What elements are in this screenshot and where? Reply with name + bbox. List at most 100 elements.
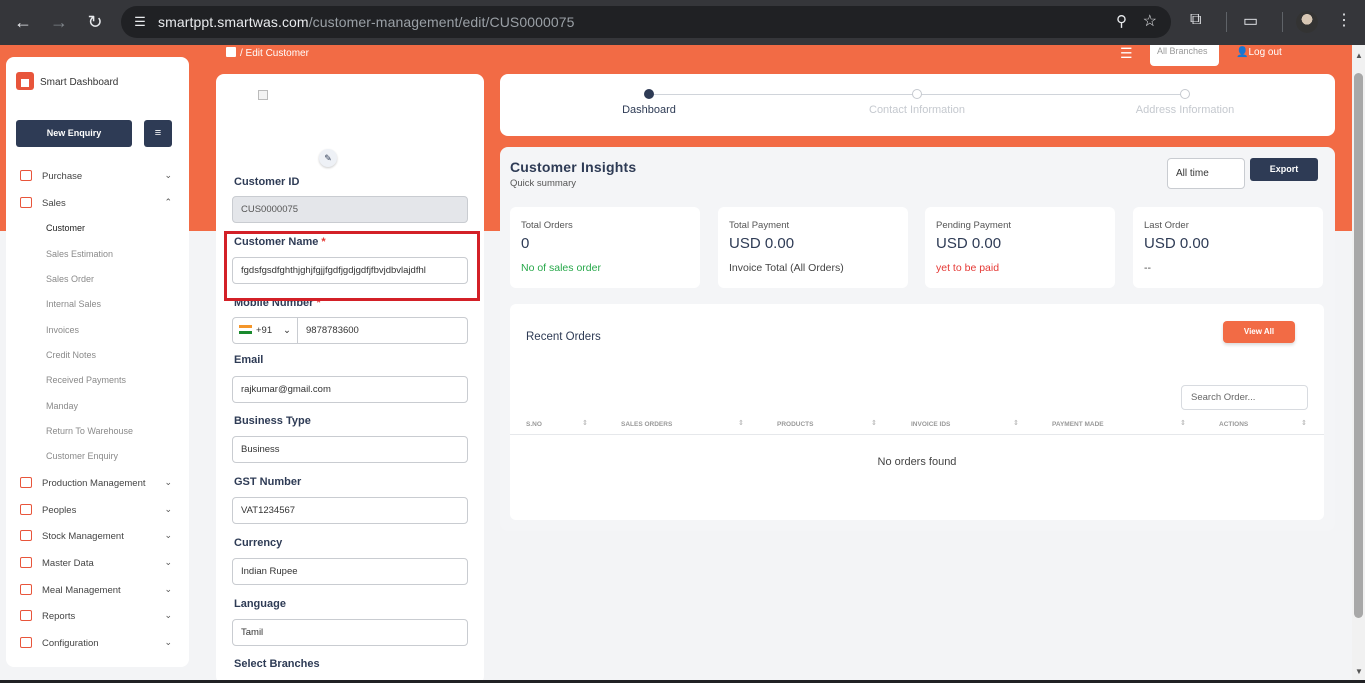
gst-number-label: GST Number bbox=[234, 476, 302, 488]
sidebar-sub-customer-enquiry[interactable]: Customer Enquiry bbox=[46, 451, 118, 461]
step-contact-information[interactable]: Contact Information bbox=[837, 104, 997, 116]
insights-title: Customer Insights bbox=[510, 159, 637, 175]
peoples-icon bbox=[20, 504, 32, 515]
address-bar[interactable]: ☰ smartppt.smartwas.com/customer-managem… bbox=[121, 6, 1171, 38]
scroll-up-icon[interactable]: ▲ bbox=[1355, 51, 1363, 60]
sidebar: Smart Dashboard New Enquiry ≡ Purchase ⌄ … bbox=[6, 57, 189, 667]
toolbar-divider bbox=[1226, 12, 1227, 32]
sidebar-sub-sales-order[interactable]: Sales Order bbox=[46, 274, 94, 284]
recent-orders-panel: Recent Orders View All Search Order... S… bbox=[510, 304, 1324, 520]
reports-icon bbox=[20, 610, 32, 621]
scroll-down-icon[interactable]: ▼ bbox=[1355, 667, 1363, 676]
sidebar-sub-return-to-warehouse[interactable]: Return To Warehouse bbox=[46, 426, 133, 436]
meal-icon bbox=[20, 584, 32, 595]
bookmark-star-icon[interactable]: ☆ bbox=[1143, 11, 1157, 31]
sidebar-item-meal-management[interactable]: Meal Management ⌄ bbox=[20, 584, 180, 600]
sidebar-item-stock-management[interactable]: Stock Management ⌄ bbox=[20, 530, 180, 546]
sidebar-sub-manday[interactable]: Manday bbox=[46, 401, 78, 411]
table-header-divider bbox=[510, 434, 1324, 435]
sort-icon[interactable]: ⇕ bbox=[1013, 419, 1019, 427]
sidebar-item-sales[interactable]: Sales ⌃ bbox=[20, 197, 180, 213]
step-dot-address[interactable] bbox=[1180, 89, 1190, 99]
menu-toggle-icon[interactable]: ≡ bbox=[144, 120, 172, 147]
site-info-icon[interactable]: ☰ bbox=[131, 13, 149, 31]
sort-icon[interactable]: ⇕ bbox=[738, 419, 744, 427]
edit-pencil-icon[interactable]: ✎ bbox=[319, 149, 337, 167]
chevron-down-icon: ⌄ bbox=[164, 584, 172, 594]
branch-select[interactable]: All Branches bbox=[1150, 45, 1219, 66]
column-sales-orders[interactable]: SALES ORDERS bbox=[621, 421, 672, 428]
sort-icon[interactable]: ⇕ bbox=[1180, 419, 1186, 427]
chevron-down-icon: ⌄ bbox=[164, 530, 172, 540]
purchase-icon bbox=[20, 170, 32, 181]
sidebar-item-master-data[interactable]: Master Data ⌄ bbox=[20, 557, 180, 573]
page-content: / Edit Customer ☰ All Branches 👤Log out … bbox=[0, 45, 1352, 680]
view-all-button[interactable]: View All bbox=[1223, 321, 1295, 343]
sidebar-item-production-management[interactable]: Production Management ⌄ bbox=[20, 477, 180, 493]
page-scrollbar[interactable]: ▲ ▼ bbox=[1352, 45, 1365, 680]
master-data-icon bbox=[20, 557, 32, 568]
export-button[interactable]: Export bbox=[1250, 158, 1318, 181]
sidebar-item-peoples[interactable]: Peoples ⌄ bbox=[20, 504, 180, 520]
country-code-select[interactable]: +91 ⌄ bbox=[232, 317, 298, 344]
chevron-down-icon: ⌄ bbox=[164, 637, 172, 647]
forward-icon[interactable]: → bbox=[48, 11, 70, 33]
brand[interactable]: Smart Dashboard bbox=[16, 72, 118, 90]
stat-total-payment: Total Payment USD 0.00 Invoice Total (Al… bbox=[718, 207, 908, 288]
column-products[interactable]: PRODUCTS bbox=[777, 421, 813, 428]
customer-insights-card: Customer Insights Quick summary All time… bbox=[500, 147, 1335, 531]
sidebar-sub-invoices[interactable]: Invoices bbox=[46, 325, 79, 335]
configuration-icon bbox=[20, 637, 32, 648]
step-dashboard[interactable]: Dashboard bbox=[569, 104, 729, 116]
customer-id-label: Customer ID bbox=[234, 176, 300, 188]
scrollbar-thumb[interactable] bbox=[1354, 73, 1363, 618]
sales-icon bbox=[20, 197, 32, 208]
home-icon[interactable] bbox=[226, 47, 236, 57]
sidebar-item-purchase[interactable]: Purchase ⌄ bbox=[20, 170, 180, 186]
empty-orders-message: No orders found bbox=[877, 456, 957, 468]
step-address-information[interactable]: Address Information bbox=[1105, 104, 1265, 116]
sidebar-sub-customer[interactable]: Customer bbox=[46, 223, 85, 233]
sidebar-item-reports[interactable]: Reports ⌄ bbox=[20, 610, 180, 626]
sidebar-sub-received-payments[interactable]: Received Payments bbox=[46, 375, 126, 385]
browser-menu-icon[interactable]: ⋮ bbox=[1336, 10, 1352, 30]
sort-icon[interactable]: ⇕ bbox=[582, 419, 588, 427]
logout-link[interactable]: 👤Log out bbox=[1236, 47, 1282, 58]
business-type-field[interactable]: Business bbox=[232, 436, 468, 463]
sidebar-sub-credit-notes[interactable]: Credit Notes bbox=[46, 350, 96, 360]
column-actions[interactable]: ACTIONS bbox=[1219, 421, 1248, 428]
back-icon[interactable]: ← bbox=[12, 11, 34, 33]
language-label: Language bbox=[234, 598, 286, 610]
extensions-icon[interactable]: ⧉ bbox=[1190, 11, 1201, 29]
column-payment-made[interactable]: PAYMENT MADE bbox=[1052, 421, 1104, 428]
gst-number-field[interactable]: VAT1234567 bbox=[232, 497, 468, 524]
customer-form-card: ✎ Customer ID CUS0000075 Customer Name *… bbox=[216, 74, 484, 680]
top-menu-icon[interactable]: ☰ bbox=[1120, 45, 1133, 62]
step-dot-contact[interactable] bbox=[912, 89, 922, 99]
time-filter-select[interactable]: All time bbox=[1167, 158, 1245, 189]
india-flag-icon bbox=[239, 325, 252, 334]
profile-avatar-icon[interactable] bbox=[1296, 11, 1318, 33]
tab-search-icon[interactable]: ▭ bbox=[1243, 11, 1258, 31]
language-field[interactable]: Tamil bbox=[232, 619, 468, 646]
chevron-up-icon: ⌃ bbox=[164, 197, 172, 207]
mobile-number-field[interactable]: 9878783600 bbox=[298, 317, 468, 344]
stock-icon bbox=[20, 530, 32, 541]
currency-field[interactable]: Indian Rupee bbox=[232, 558, 468, 585]
sidebar-item-configuration[interactable]: Configuration ⌄ bbox=[20, 637, 180, 653]
email-field[interactable]: rajkumar@gmail.com bbox=[232, 376, 468, 403]
sort-icon[interactable]: ⇕ bbox=[871, 419, 877, 427]
reload-icon[interactable]: ↻ bbox=[84, 11, 106, 33]
sidebar-sub-internal-sales[interactable]: Internal Sales bbox=[46, 299, 101, 309]
url-text: smartppt.smartwas.com/customer-managemen… bbox=[158, 14, 575, 30]
sort-icon[interactable]: ⇕ bbox=[1301, 419, 1307, 427]
search-order-input[interactable]: Search Order... bbox=[1181, 385, 1308, 410]
toolbar-divider bbox=[1282, 12, 1283, 32]
column-sno[interactable]: S.NO bbox=[526, 421, 542, 428]
step-dot-dashboard[interactable] bbox=[644, 89, 654, 99]
new-enquiry-button[interactable]: New Enquiry bbox=[16, 120, 132, 147]
chevron-down-icon: ⌄ bbox=[164, 170, 172, 180]
zoom-icon[interactable]: ⚲ bbox=[1116, 12, 1127, 30]
sidebar-sub-sales-estimation[interactable]: Sales Estimation bbox=[46, 249, 113, 259]
column-invoice-ids[interactable]: INVOICE IDS bbox=[911, 421, 950, 428]
